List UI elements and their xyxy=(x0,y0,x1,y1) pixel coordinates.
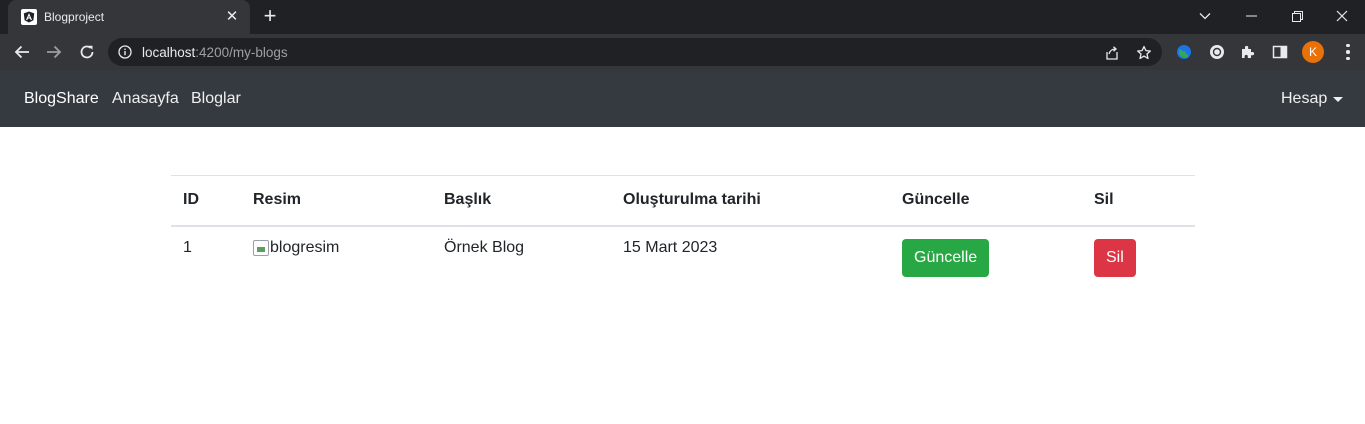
forward-arrow-icon[interactable] xyxy=(42,40,66,64)
nav-link-anasayfa[interactable]: Anasayfa xyxy=(112,90,179,108)
info-icon[interactable] xyxy=(118,45,132,64)
plus-icon[interactable]: + xyxy=(260,5,280,27)
close-window-icon[interactable] xyxy=(1322,4,1362,28)
url-path: :4200/my-blogs xyxy=(195,45,288,60)
angular-logo-icon xyxy=(21,9,37,25)
url-host: localhost xyxy=(142,45,196,60)
cell-image: blogresim xyxy=(241,226,432,277)
blog-image: blogresim xyxy=(253,239,339,257)
maximize-icon[interactable] xyxy=(1277,4,1317,28)
browser-tab[interactable]: Blogproject ✕ xyxy=(8,0,250,34)
header-id: ID xyxy=(171,175,241,227)
share-icon[interactable] xyxy=(1103,44,1121,62)
table-row: 1 blogresim Örnek Blog 15 Mart 2023 Günc… xyxy=(171,226,1195,277)
tab-title: Blogproject xyxy=(44,10,105,24)
extension-globe-icon[interactable] xyxy=(1175,43,1193,61)
table-head: ID Resim Başlık Oluşturulma tarihi Günce… xyxy=(171,175,1195,227)
header-created-date: Oluşturulma tarihi xyxy=(611,175,890,227)
nav-link-bloglar[interactable]: Bloglar xyxy=(191,90,241,108)
cell-title: Örnek Blog xyxy=(444,238,525,256)
delete-button[interactable]: Sil xyxy=(1094,238,1136,277)
extension-circle-icon[interactable] xyxy=(1208,43,1226,61)
minimize-icon[interactable] xyxy=(1231,4,1271,28)
account-dropdown[interactable]: Hesap xyxy=(1281,90,1327,108)
browser-toolbar: localhost:4200/my-blogs K xyxy=(0,34,1365,70)
cell-delete: Sil xyxy=(1082,226,1195,277)
app-navbar: BlogShare Anasayfa Bloglar Hesap xyxy=(0,70,1365,127)
header-image: Resim xyxy=(241,175,432,227)
address-bar[interactable]: localhost:4200/my-blogs xyxy=(108,38,1162,66)
blog-image-alt: blogresim xyxy=(270,238,340,256)
side-panel-icon[interactable] xyxy=(1271,43,1289,61)
cell-update: Güncelle xyxy=(890,226,1082,277)
star-icon[interactable] xyxy=(1135,44,1153,62)
update-button[interactable]: Güncelle xyxy=(902,238,990,277)
header-update: Güncelle xyxy=(890,175,1082,227)
broken-image-icon xyxy=(253,239,269,256)
table-header-row: ID Resim Başlık Oluşturulma tarihi Günce… xyxy=(171,175,1195,227)
close-icon[interactable]: ✕ xyxy=(224,9,240,25)
more-menu-icon[interactable] xyxy=(1338,42,1358,62)
browser-tab-strip: Blogproject ✕ + xyxy=(0,0,1365,34)
blogs-table: ID Resim Başlık Oluşturulma tarihi Günce… xyxy=(171,175,1195,277)
chevron-down-icon[interactable] xyxy=(1185,4,1225,28)
url-text[interactable]: localhost:4200/my-blogs xyxy=(142,45,288,60)
table-body: 1 blogresim Örnek Blog 15 Mart 2023 Günc… xyxy=(171,226,1195,277)
chevron-down-icon[interactable] xyxy=(1333,97,1343,102)
reload-icon[interactable] xyxy=(75,40,99,64)
header-delete: Sil xyxy=(1082,175,1195,227)
back-arrow-icon[interactable] xyxy=(10,40,34,64)
puzzle-icon[interactable] xyxy=(1239,43,1257,61)
cell-created-date: 15 Mart 2023 xyxy=(623,238,718,256)
header-title: Başlık xyxy=(432,175,611,227)
avatar[interactable]: K xyxy=(1302,41,1324,63)
cell-id: 1 xyxy=(183,238,192,256)
navbar-brand[interactable]: BlogShare xyxy=(24,90,99,108)
